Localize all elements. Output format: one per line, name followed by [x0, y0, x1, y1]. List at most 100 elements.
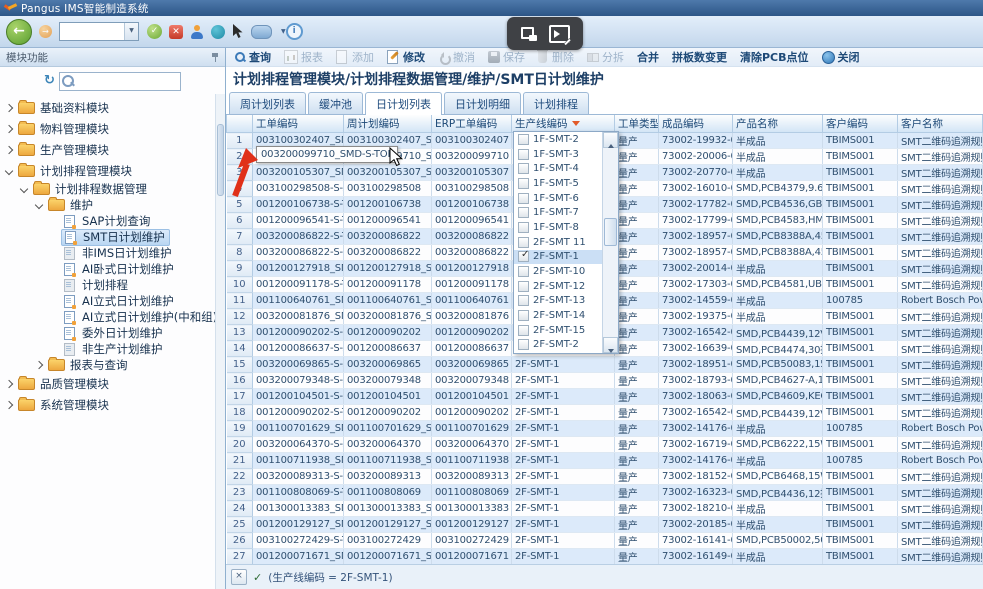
cell-production-line-code[interactable]: 2F-SMT-1 — [512, 389, 615, 405]
cell-customer-name[interactable]: SMT二维码追溯规则 ( — [898, 245, 983, 261]
toolbar-item-8[interactable]: 合并 — [637, 49, 659, 65]
cell-product-name[interactable]: 半成品 — [733, 309, 823, 325]
clear-filter-button[interactable]: × — [231, 569, 247, 585]
filter-option[interactable]: 2F-SMT-13 — [514, 294, 603, 309]
cell-production-line-code[interactable]: 2F-SMT-1 — [512, 357, 615, 373]
cell-row-number[interactable]: 21 — [227, 453, 253, 469]
cell-product-code[interactable]: 73002-18793-00 — [659, 373, 733, 389]
cell-customer-code[interactable]: 100785 — [823, 293, 898, 309]
cell-production-line-code[interactable]: 2F-SMT-1 — [512, 517, 615, 533]
cell-production-line-code[interactable]: 2F-SMT-1 — [512, 373, 615, 389]
stop-icon[interactable]: ✕ — [169, 25, 183, 39]
cell-work-order-type[interactable]: 量产 — [615, 357, 659, 373]
cell-week-plan-code[interactable]: 001200091178 — [344, 277, 432, 293]
cell-row-number[interactable]: 26 — [227, 533, 253, 549]
cell-production-line-code[interactable]: 2F-SMT-1 — [512, 533, 615, 549]
cell-customer-code[interactable]: TBIMS001 — [823, 469, 898, 485]
checkbox-icon[interactable]: ✓ — [518, 251, 529, 262]
cell-work-order-code[interactable]: 003200064370-S-ALL — [253, 437, 344, 453]
cell-work-order-code[interactable]: 001100640761_SMD-S- — [253, 293, 344, 309]
cell-product-code[interactable]: 73002-16639-00 — [659, 341, 733, 357]
cell-product-name[interactable]: 半成品 — [733, 261, 823, 277]
cell-product-name[interactable]: SMD,PCB8388A,45W,5E — [733, 229, 823, 245]
sidebar-item-11[interactable]: AI立式日计划维护 — [0, 293, 225, 309]
cell-row-number[interactable]: 20 — [227, 437, 253, 453]
cell-work-order-code[interactable]: 003200069865-S-ALL — [253, 357, 344, 373]
cell-work-order-code[interactable]: 001200091178-S-TOP — [253, 277, 344, 293]
cell-product-code[interactable]: 73002-17303-00 — [659, 277, 733, 293]
cell-product-name[interactable]: SMD,PCB6222,15W,9V, — [733, 437, 823, 453]
sidebar-item-4[interactable]: 计划排程数据管理 — [0, 181, 225, 197]
cell-customer-code[interactable]: TBIMS001 — [823, 245, 898, 261]
cell-work-order-code[interactable]: 001300013383_SMD-S- — [253, 501, 344, 517]
cell-product-code[interactable]: 73002-14176-00_SM — [659, 453, 733, 469]
cell-customer-code[interactable]: 100785 — [823, 421, 898, 437]
cell-erp-work-order-code[interactable]: 003200079348 — [432, 373, 512, 389]
cell-product-name[interactable]: SMD,PCB6468,15W,9V, — [733, 469, 823, 485]
cell-product-code[interactable]: 73002-18951-00 — [659, 357, 733, 373]
checkbox-icon[interactable] — [518, 193, 529, 204]
sidebar-item-5[interactable]: 维护 — [0, 197, 225, 213]
sidebar-item-6[interactable]: SAP计划查询 — [0, 213, 225, 229]
dropdown-scrollbar-thumb[interactable] — [604, 218, 617, 246]
cell-erp-work-order-code[interactable]: 001200096541 — [432, 213, 512, 229]
filter-option[interactable]: 2F-SMT-2 — [514, 338, 603, 353]
cell-week-plan-code[interactable]: 001100711938_SMD — [344, 453, 432, 469]
sidebar-item-3[interactable]: 计划排程管理模块 — [0, 160, 225, 181]
cell-product-code[interactable]: 73002-16010-00 — [659, 181, 733, 197]
cell-customer-code[interactable]: TBIMS001 — [823, 149, 898, 165]
tree-right-arrow-icon[interactable] — [5, 145, 13, 153]
cell-product-code[interactable]: 73002-20770-00_SM — [659, 165, 733, 181]
cell-erp-work-order-code[interactable]: 001200090202 — [432, 325, 512, 341]
cell-product-code[interactable]: 73002-18210-01_SM — [659, 501, 733, 517]
cell-customer-name[interactable]: SMT二维码追溯规则 ( — [898, 485, 983, 501]
cell-product-name[interactable]: SMD,PCB4474,30拼版, — [733, 341, 823, 357]
filter-enabled-checkbox[interactable]: ✓ — [253, 571, 262, 584]
cell-product-name[interactable]: SMD,PCB4439,12V主板 — [733, 405, 823, 421]
cell-customer-name[interactable]: SMT二维码追溯规则 ( — [898, 309, 983, 325]
window-mode-icon[interactable] — [251, 25, 272, 39]
cell-erp-work-order-code[interactable]: 001100808069 — [432, 485, 512, 501]
filter-option[interactable]: 1F-SMT-7 — [514, 205, 603, 220]
address-input[interactable] — [60, 23, 124, 40]
cell-work-order-type[interactable]: 量产 — [615, 517, 659, 533]
cell-product-code[interactable]: 73002-16141-00 — [659, 533, 733, 549]
cell-row-number[interactable]: 25 — [227, 517, 253, 533]
cell-week-plan-code[interactable]: 001200096541 — [344, 213, 432, 229]
cell-customer-name[interactable]: SMT二维码追溯规则 ( — [898, 229, 983, 245]
sidebar-item-1[interactable]: 物料管理模块 — [0, 118, 225, 139]
cell-customer-code[interactable]: TBIMS001 — [823, 389, 898, 405]
cell-production-line-code[interactable]: 2F-SMT-1 — [512, 485, 615, 501]
cell-erp-work-order-code[interactable]: 001200104501 — [432, 389, 512, 405]
filter-option[interactable]: 2F-SMT-15 — [514, 323, 603, 338]
cell-week-plan-code[interactable]: 003200081876_SMD — [344, 309, 432, 325]
cell-erp-work-order-code[interactable]: 001200086637 — [432, 341, 512, 357]
cell-row-number[interactable]: 23 — [227, 485, 253, 501]
cell-customer-code[interactable]: TBIMS001 — [823, 485, 898, 501]
cell-customer-code[interactable]: TBIMS001 — [823, 517, 898, 533]
filter-option[interactable]: 1F-SMT-6 — [514, 191, 603, 206]
checkbox-icon[interactable] — [518, 339, 529, 350]
cell-erp-work-order-code[interactable]: 001200129127 — [432, 517, 512, 533]
cell-product-code[interactable]: 73002-17782-00 — [659, 197, 733, 213]
cell-product-code[interactable]: 73002-18063-00 — [659, 389, 733, 405]
cell-customer-name[interactable]: SMT二维码追溯规则 ( — [898, 261, 983, 277]
column-header-customer-name[interactable]: 客户名称 — [898, 115, 983, 133]
cell-customer-name[interactable]: SMT二维码追溯规则 ( — [898, 517, 983, 533]
cell-erp-work-order-code[interactable]: 003200064370 — [432, 437, 512, 453]
cell-product-name[interactable]: 半成品 — [733, 421, 823, 437]
user-icon[interactable] — [190, 25, 204, 39]
cell-work-order-code[interactable]: 003100272429-S-TOP — [253, 533, 344, 549]
cell-customer-name[interactable]: SMT二维码追溯规则 ( — [898, 213, 983, 229]
column-header-week-plan-code[interactable]: 周计划编码 — [344, 115, 432, 133]
checkbox-icon[interactable] — [518, 134, 529, 145]
cell-customer-name[interactable]: Robert Bosch Power Toc — [898, 293, 983, 309]
sidebar-item-12[interactable]: AI立式日计划维护(中和组) — [0, 309, 225, 325]
cell-row-number[interactable]: 24 — [227, 501, 253, 517]
cell-customer-name[interactable]: SMT二维码追溯规则 ( — [898, 133, 983, 149]
cell-week-plan-code[interactable]: 003200064370 — [344, 437, 432, 453]
scroll-up-button[interactable] — [603, 132, 618, 148]
cell-week-plan-code[interactable]: 001300013383_SMD — [344, 501, 432, 517]
cell-customer-name[interactable]: SMT二维码追溯规则 ( — [898, 405, 983, 421]
cell-week-plan-code[interactable]: 003200086822 — [344, 245, 432, 261]
